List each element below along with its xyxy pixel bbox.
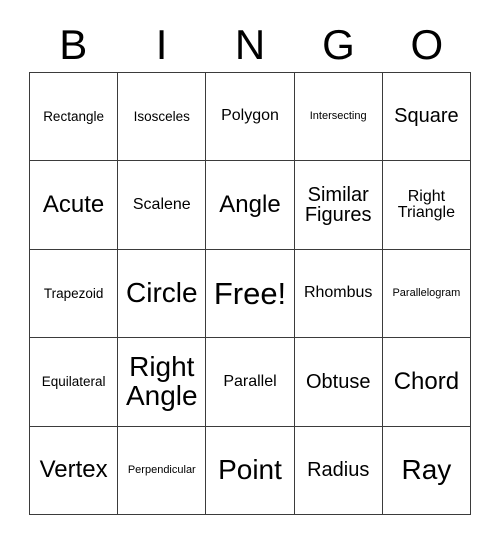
header-letter-n: N [206,18,294,72]
bingo-cell[interactable]: Rectangle [30,73,119,162]
bingo-cell[interactable]: Square [382,73,471,162]
bingo-cell[interactable]: Ray [382,426,471,515]
header-letter-text: B [59,21,88,68]
bingo-cell-label: Isosceles [133,108,190,124]
bingo-cell-label: Circle [126,277,198,309]
bingo-cell-label: Free! [213,275,287,311]
bingo-cell[interactable]: Angle [206,161,295,250]
bingo-cell-free[interactable]: Free! [206,249,295,339]
bingo-cell[interactable]: Right Angle [118,338,207,427]
bingo-cell-label: Perpendicular [127,463,196,476]
bingo-cell-label: Chord [393,367,460,395]
bingo-cell-label: Right Triangle [397,187,455,222]
bingo-cell-label: Acute [42,190,105,218]
header-letter-text: G [322,21,355,68]
bingo-cell[interactable]: Equilateral [30,338,119,427]
bingo-cell-label: Rhombus [303,284,373,302]
bingo-cell[interactable]: Trapezoid [30,249,119,339]
bingo-cell-label: Square [394,105,459,128]
header-letter-text: O [410,21,444,68]
bingo-cell[interactable]: Perpendicular [118,426,207,515]
bingo-cell-label: Ray [401,453,452,485]
bingo-cell[interactable]: Parallelogram [382,249,471,339]
bingo-cell[interactable]: Right Triangle [382,161,471,250]
bingo-cell[interactable]: Scalene [118,161,207,250]
bingo-cell-label: Parallelogram [392,286,461,299]
bingo-cell-label: Similar Figures [304,183,372,227]
bingo-cell[interactable]: Chord [382,338,471,427]
bingo-cell[interactable]: Vertex [30,426,119,515]
bingo-cell-label: Rectangle [43,108,104,124]
bingo-cell-label: Obtuse [305,370,371,393]
header-letter-g: G [294,18,382,72]
bingo-cell[interactable]: Parallel [206,338,295,427]
bingo-cell-label: Trapezoid [43,285,104,301]
bingo-cell[interactable]: Rhombus [294,249,383,339]
bingo-cell[interactable]: Similar Figures [294,161,383,250]
bingo-cell-label: Scalene [132,195,191,213]
bingo-cell-label: Point [218,453,282,485]
bingo-cell[interactable]: Polygon [206,73,295,162]
bingo-cell[interactable]: Intersecting [294,73,383,162]
bingo-cell-label: Parallel [223,372,277,390]
header-letter-b: B [29,18,117,72]
header-letter-text: I [155,21,168,68]
header-letter-o: O [383,18,471,72]
bingo-cell-label: Polygon [221,107,279,125]
bingo-cell[interactable]: Acute [30,161,119,250]
header-letter-text: N [234,21,266,68]
bingo-cell-label: Radius [307,459,370,481]
bingo-grid: Rectangle Isosceles Polygon Intersecting Squ… [29,72,471,515]
bingo-card: B I N G O Rectangle Isosceles Polygon Inter… [0,0,500,544]
bingo-cell-label: Angle [219,190,281,218]
bingo-cell[interactable]: Isosceles [118,73,207,162]
bingo-cell-label: Equilateral [41,373,106,389]
bingo-cell-label: Right Angle [125,351,198,411]
bingo-cell-label: Intersecting [309,110,367,123]
bingo-cell[interactable]: Obtuse [294,338,383,427]
header-letter-i: I [117,18,205,72]
bingo-cell-label: Vertex [39,455,108,483]
bingo-cell[interactable]: Circle [118,249,207,339]
bingo-cell[interactable]: Point [206,426,295,515]
bingo-cell[interactable]: Radius [294,426,383,515]
bingo-header-row: B I N G O [29,18,471,72]
